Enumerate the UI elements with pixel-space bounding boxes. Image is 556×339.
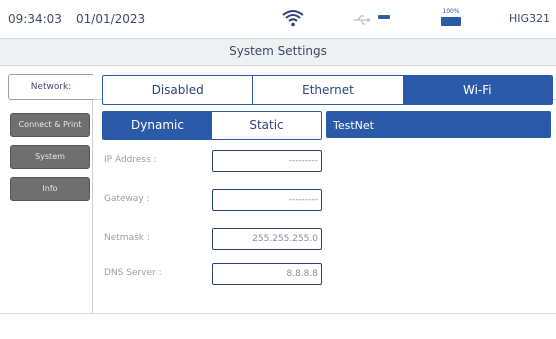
ip-mode-static[interactable]: Static (212, 112, 321, 139)
usb-icon (353, 11, 371, 25)
nav-tab-network[interactable]: Network: (8, 74, 93, 100)
ip-mode-selector: Dynamic Static (102, 111, 322, 140)
battery-fill (441, 17, 461, 26)
network-mode-wifi[interactable]: Wi-Fi (402, 76, 552, 104)
dns-server-field[interactable]: 8.8.8.8 (212, 263, 322, 285)
battery-level: 100% (442, 8, 460, 15)
nav-button-system[interactable]: System (10, 145, 90, 169)
connection-indicator-icon (378, 15, 390, 19)
device-model: HIG321 (508, 12, 550, 25)
ip-address-field[interactable]: --------- (212, 150, 322, 172)
title-bar: System Settings (0, 39, 556, 66)
nav-button-connect-print[interactable]: Connect & Print (10, 113, 90, 137)
ip-address-label: IP Address : (104, 155, 157, 165)
gateway-label: Gateway : (104, 194, 150, 204)
clock-time: 09:34:03 (8, 12, 62, 26)
battery-icon: 100% (436, 8, 466, 30)
network-mode-ethernet[interactable]: Ethernet (253, 76, 402, 104)
network-mode-disabled[interactable]: Disabled (103, 76, 254, 104)
netmask-field[interactable]: 255.255.255.0 (212, 228, 322, 250)
netmask-label: Netmask : (104, 233, 150, 243)
page-title: System Settings (229, 44, 327, 58)
gateway-field[interactable]: --------- (212, 189, 322, 211)
screen: 09:34:03 01/01/2023 100% HIG321 System S… (0, 0, 556, 339)
status-bar: 09:34:03 01/01/2023 100% HIG321 (0, 0, 556, 39)
network-mode-selector: Disabled Ethernet Wi-Fi (102, 75, 553, 105)
wifi-icon (282, 9, 304, 27)
wifi-network-selector[interactable]: TestNet (326, 111, 551, 138)
ip-mode-dynamic[interactable]: Dynamic (103, 112, 212, 139)
clock-date: 01/01/2023 (76, 12, 146, 26)
nav-button-info[interactable]: Info (10, 177, 90, 201)
bottom-bar (0, 313, 556, 339)
dns-server-label: DNS Server : (104, 268, 162, 278)
